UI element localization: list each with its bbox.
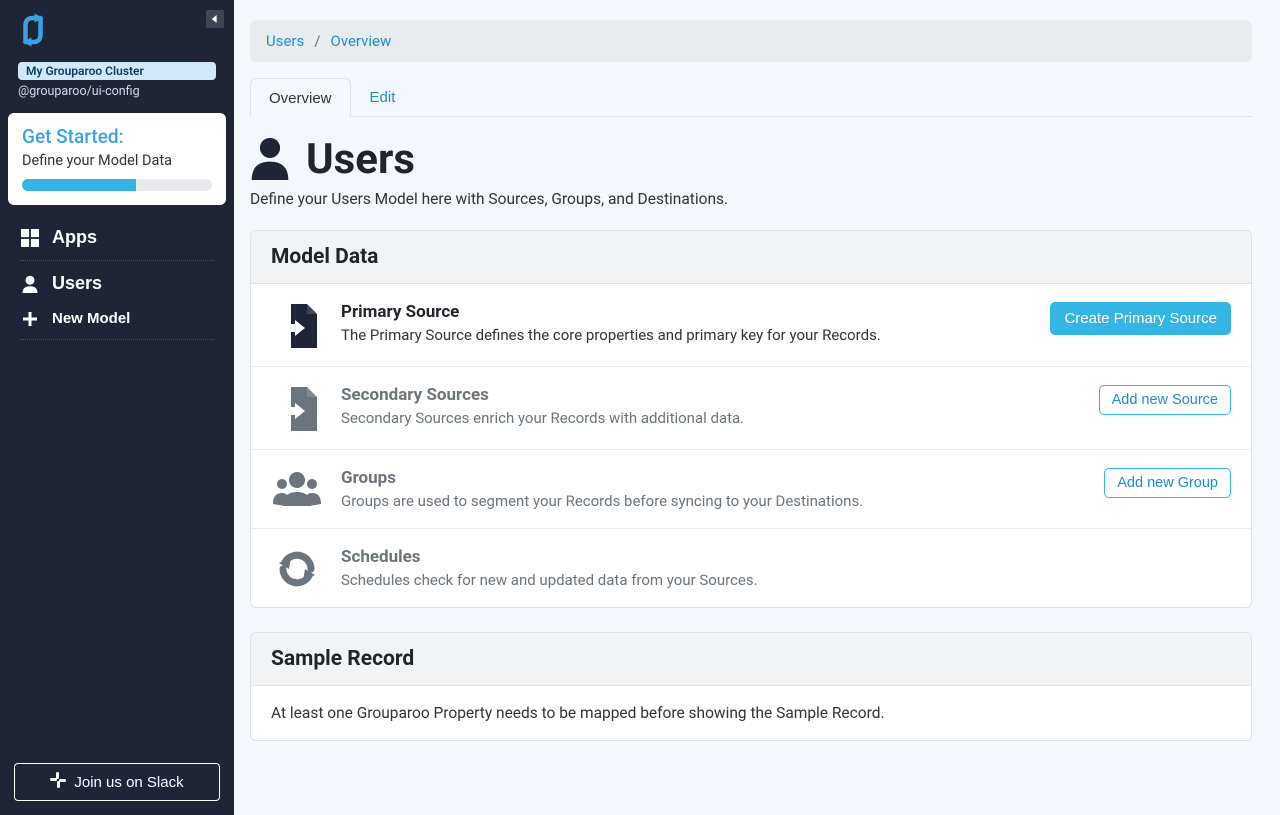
create-primary-source-button[interactable]: Create Primary Source (1050, 302, 1231, 335)
row-groups: Groups Groups are used to segment your R… (251, 450, 1251, 529)
sidebar-footer: Join us on Slack (8, 757, 226, 807)
tabs: Overview Edit (250, 78, 1252, 117)
user-icon (250, 136, 290, 184)
panel-heading-model-data: Model Data (251, 231, 1251, 284)
file-import-icon (271, 385, 323, 431)
slack-button-label: Join us on Slack (74, 774, 183, 791)
breadcrumb-users[interactable]: Users (266, 32, 304, 50)
tab-overview[interactable]: Overview (250, 78, 351, 117)
sidebar-collapse-button[interactable] (206, 10, 224, 28)
sidebar-item-apps[interactable]: Apps (10, 219, 224, 256)
panel-heading-sample-record: Sample Record (251, 633, 1251, 686)
tab-edit[interactable]: Edit (351, 78, 415, 116)
sidebar-item-label: Users (52, 273, 102, 294)
sync-icon (271, 547, 323, 589)
sidebar-item-label: Apps (52, 227, 97, 248)
grid-icon (20, 229, 40, 247)
plus-icon (20, 312, 40, 326)
row-desc: Schedules check for new and updated data… (341, 571, 1231, 589)
row-title: Secondary Sources (341, 385, 1081, 405)
slack-icon (50, 772, 66, 792)
file-import-icon (271, 302, 323, 348)
get-started-progress (22, 179, 212, 191)
sidebar-nav: Apps Users New Model (8, 219, 226, 344)
row-desc: The Primary Source defines the core prop… (341, 326, 1032, 344)
breadcrumb: Users / Overview (250, 20, 1252, 62)
add-new-source-button[interactable]: Add new Source (1099, 385, 1231, 415)
get-started-card[interactable]: Get Started: Define your Model Data (8, 113, 226, 205)
model-data-panel: Model Data Primary Source The Primary So… (250, 230, 1252, 608)
sidebar: My Grouparoo Cluster @grouparoo/ui-confi… (0, 0, 234, 815)
breadcrumb-overview[interactable]: Overview (330, 32, 391, 50)
row-schedules: Schedules Schedules check for new and up… (251, 529, 1251, 607)
join-slack-button[interactable]: Join us on Slack (14, 763, 220, 801)
breadcrumb-separator: / (314, 32, 320, 50)
user-icon (20, 275, 40, 293)
get-started-subtitle: Define your Model Data (22, 152, 212, 169)
page-description: Define your Users Model here with Source… (250, 190, 1252, 208)
row-desc: Groups are used to segment your Records … (341, 492, 1086, 510)
cluster-badge[interactable]: My Grouparoo Cluster (18, 62, 216, 80)
row-title: Schedules (341, 547, 1231, 567)
row-primary-source: Primary Source The Primary Source define… (251, 284, 1251, 367)
brand-logo[interactable] (8, 8, 226, 62)
nav-divider (20, 339, 214, 340)
row-desc: Secondary Sources enrich your Records wi… (341, 409, 1081, 427)
sidebar-item-label: New Model (52, 310, 130, 327)
progress-bar-fill (22, 179, 136, 191)
get-started-title: Get Started: (22, 125, 212, 148)
row-secondary-sources: Secondary Sources Secondary Sources enri… (251, 367, 1251, 450)
page-title: Users (306, 135, 415, 184)
nav-divider (20, 260, 214, 261)
row-title: Groups (341, 468, 1086, 488)
sidebar-item-users[interactable]: Users (10, 265, 224, 302)
users-icon (271, 468, 323, 506)
package-name: @grouparoo/ui-config (8, 84, 226, 109)
main-content: Users / Overview Overview Edit Users Def… (234, 0, 1280, 815)
add-new-group-button[interactable]: Add new Group (1104, 468, 1231, 498)
sample-record-body: At least one Grouparoo Property needs to… (251, 686, 1251, 740)
row-title: Primary Source (341, 302, 1032, 322)
sidebar-item-new-model[interactable]: New Model (10, 302, 224, 335)
page-title-row: Users (250, 135, 1252, 184)
sample-record-panel: Sample Record At least one Grouparoo Pro… (250, 632, 1252, 741)
